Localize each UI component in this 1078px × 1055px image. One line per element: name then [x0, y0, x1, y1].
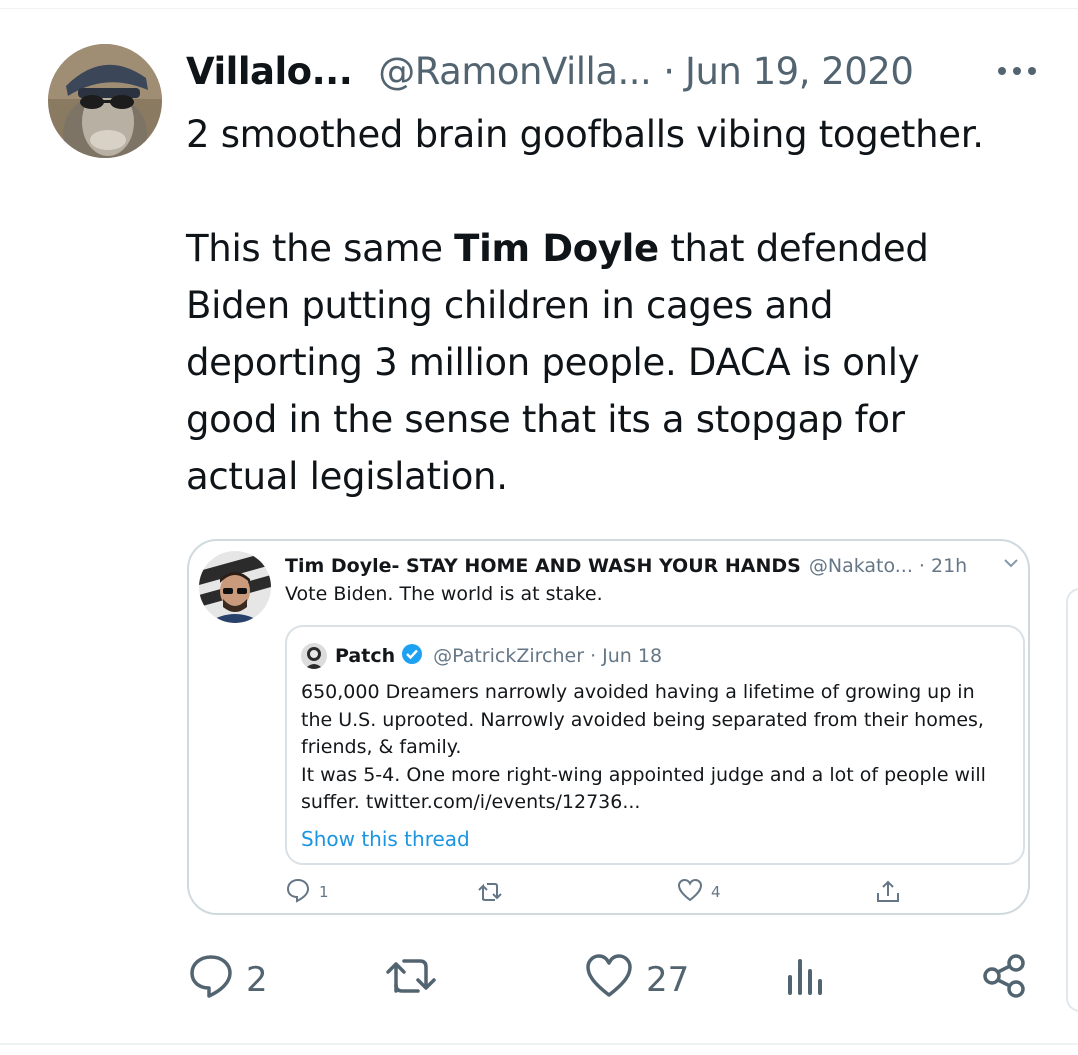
quoted-header: Patch @PatrickZircher · Jun 18 — [301, 641, 662, 671]
reply-count: 2 — [246, 960, 268, 1000]
views-button[interactable] — [786, 950, 826, 1010]
embedded-reply: 1 — [285, 877, 329, 907]
separator-dot: · — [663, 49, 676, 93]
tweet-line: good in the sense that its a stopgap for — [186, 398, 905, 441]
tweet-line: deporting 3 million people. DACA is only — [186, 341, 920, 384]
reply-icon — [285, 877, 311, 907]
retweet-button[interactable] — [384, 950, 438, 1010]
embedded-avatar — [199, 551, 271, 623]
embedded-author-name: Tim Doyle- STAY HOME AND WASH YOUR HANDS — [285, 555, 801, 577]
embedded-screenshot[interactable]: Tim Doyle- STAY HOME AND WASH YOUR HANDS… — [187, 539, 1030, 915]
more-dots-icon[interactable] — [998, 46, 1036, 96]
embedded-reply-count: 1 — [319, 883, 329, 901]
tweet-line: Biden putting children in cages and — [186, 284, 834, 327]
quoted-author-handle: @PatrickZircher · Jun 18 — [433, 645, 663, 667]
quoted-avatar — [301, 643, 327, 669]
heart-icon — [677, 878, 703, 906]
like-button[interactable]: 27 — [584, 950, 689, 1010]
retweet-icon — [477, 877, 505, 907]
quoted-line: friends, & family. — [301, 736, 462, 758]
tweet-action-bar: 2 27 — [186, 950, 1046, 1010]
verified-badge-icon — [401, 643, 423, 670]
embedded-action-bar: 1 4 — [285, 877, 1025, 907]
author-name[interactable]: Villalo... — [186, 50, 353, 93]
embedded-like-count: 4 — [711, 883, 721, 901]
share-icon — [875, 877, 901, 907]
author-avatar[interactable] — [48, 44, 162, 158]
reply-button[interactable]: 2 — [188, 950, 268, 1010]
retweet-icon — [384, 953, 438, 1008]
embedded-author-handle: @Nakato... · 21h — [808, 555, 968, 577]
tweet-text: This the same — [186, 227, 455, 270]
tweet-line: actual legislation. — [186, 455, 508, 498]
embedded-like: 4 — [677, 877, 721, 907]
tweet-text: that defended — [658, 227, 929, 270]
chevron-down-icon — [1001, 553, 1021, 578]
heart-icon — [584, 953, 634, 1008]
quoted-line: It was 5-4. One more right-wing appointe… — [301, 763, 986, 786]
quoted-line: suffer. twitter.com/i/events/12736... — [301, 791, 641, 813]
share-button[interactable] — [982, 950, 1028, 1010]
tweet-date[interactable]: Jun 19, 2020 — [685, 50, 914, 93]
quoted-tweet: Patch @PatrickZircher · Jun 18 650,000 D… — [285, 625, 1025, 865]
share-icon — [982, 953, 1028, 1008]
like-count: 27 — [646, 960, 690, 1000]
quoted-body: 650,000 Dreamers narrowly avoided having… — [301, 679, 1021, 817]
bottom-divider — [0, 1043, 1078, 1045]
show-thread-link: Show this thread — [301, 827, 470, 851]
views-icon — [786, 953, 826, 1008]
quoted-line: the U.S. uprooted. Narrowly avoided bein… — [301, 708, 984, 731]
tweet-header: Villalo... @RamonVilla... · Jun 19, 2020 — [186, 46, 1066, 96]
quoted-line: 650,000 Dreamers narrowly avoided having… — [301, 681, 975, 703]
top-divider — [0, 8, 1078, 9]
tweet-bold-name: Tim Doyle — [454, 227, 659, 270]
embedded-text: Vote Biden. The world is at stake. — [285, 583, 603, 605]
tweet-paragraph: This the same Tim Doyle that defended — [186, 220, 1056, 277]
adjacent-card-edge — [1066, 588, 1078, 1012]
quoted-author-name: Patch — [335, 645, 396, 667]
tweet-line: 2 smoothed brain goofballs vibing togeth… — [186, 113, 984, 156]
author-handle[interactable]: @RamonVilla... — [378, 50, 652, 93]
tweet-body: 2 smoothed brain goofballs vibing togeth… — [186, 106, 1056, 505]
embedded-header: Tim Doyle- STAY HOME AND WASH YOUR HANDS… — [285, 551, 1025, 581]
reply-icon — [188, 953, 234, 1008]
